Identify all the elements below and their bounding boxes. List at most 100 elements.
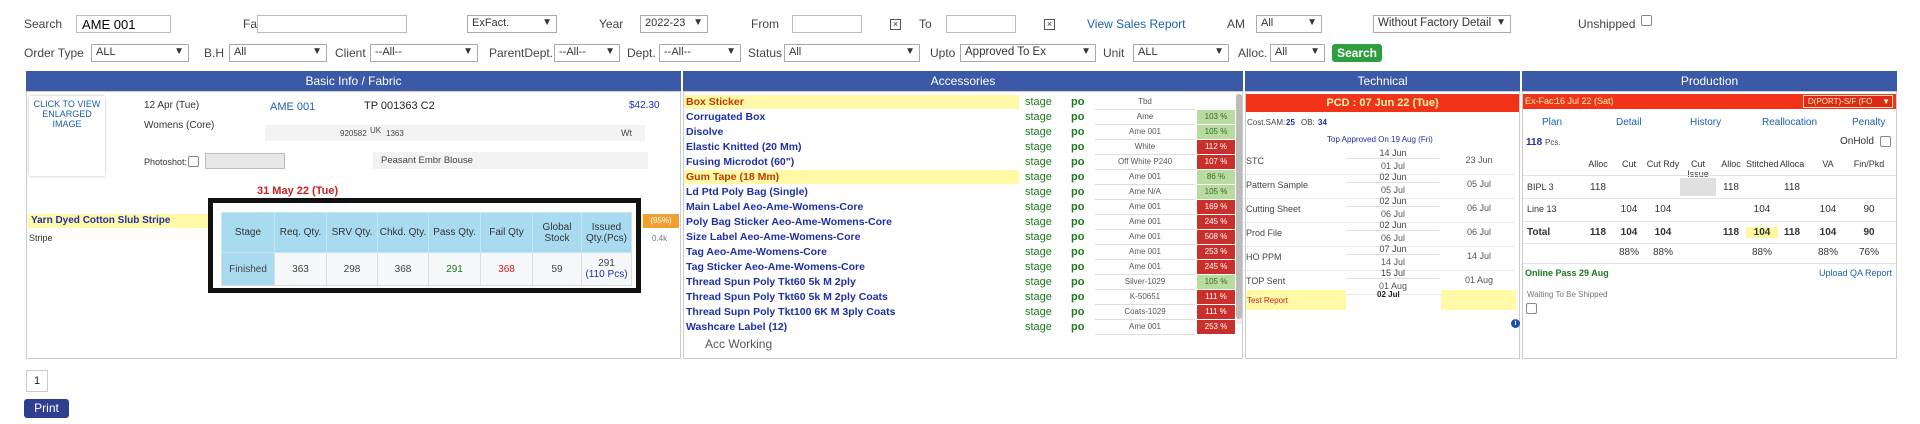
accessory-name[interactable]: Thread Spun Poly Tkt60 5k M 2ply [684,275,1019,289]
stage-link[interactable]: stage [1025,215,1052,229]
stage-link[interactable]: stage [1025,275,1052,289]
accessory-name[interactable]: Tag Sticker Aeo-Ame-Womens-Core [684,260,1019,274]
accessory-name[interactable]: Ld Ptd Poly Bag (Single) [684,185,1019,199]
accessory-name[interactable]: Corrugated Box [684,110,1019,124]
reallocation-link[interactable]: Reallocation [1762,117,1817,128]
accessory-name[interactable]: Disolve [684,125,1019,139]
clear-to-icon[interactable]: × [1044,19,1055,30]
stage-link[interactable]: stage [1025,155,1052,169]
stage-link[interactable]: stage [1025,200,1052,214]
accessory-row[interactable]: Main Label Aeo-Ame-Womens-Core stage po Ame… [683,200,1235,215]
photoshot-checkbox[interactable] [188,156,199,167]
stage-link[interactable]: stage [1025,185,1052,199]
unshipped-checkbox[interactable] [1641,15,1652,26]
po-link[interactable]: po [1071,170,1084,184]
po-link[interactable]: po [1071,290,1084,304]
am-select[interactable]: All ▼ [1256,15,1322,33]
po-link[interactable]: po [1071,95,1084,109]
po-link[interactable]: po [1071,230,1084,244]
style-code-link[interactable]: AME 001 [270,101,315,113]
photoshot-input[interactable] [205,153,285,169]
accessory-row[interactable]: Gum Tape (18 Mm) stage po Ame 001 86 % [683,170,1235,185]
po-link[interactable]: po [1071,320,1084,334]
stage-link[interactable]: stage [1025,170,1052,184]
accessory-row[interactable]: Fusing Microdot (60") stage po Off White P2… [683,155,1235,170]
year-select[interactable]: 2022-23 ▼ [640,15,708,33]
to-date-input[interactable] [946,15,1016,33]
search-input[interactable]: AME 001 [76,15,171,33]
accessory-row[interactable]: Ld Ptd Poly Bag (Single) stage po Ame N/A 10… [683,185,1235,200]
fabric-input[interactable] [257,15,407,33]
history-link[interactable]: History [1690,117,1721,128]
po-link[interactable]: po [1071,200,1084,214]
accessory-name[interactable]: Thread Supn Poly Tkt100 6K M 3ply Coats [684,305,1019,319]
accessory-row[interactable]: Size Label Aeo-Ame-Womens-Core stage po Ame… [683,230,1235,245]
accessory-name[interactable]: Poly Bag Sticker Aeo-Ame-Womens-Core [684,215,1019,229]
factory-detail-select[interactable]: Without Factory Detail ▼ [1373,15,1511,33]
accessory-row[interactable]: Corrugated Box stage po Ame 103 % [683,110,1235,125]
accessory-row[interactable]: Tag Aeo-Ame-Womens-Core stage po Ame 001 253… [683,245,1235,260]
view-sales-report-link[interactable]: View Sales Report [1087,17,1186,31]
dept-select[interactable]: --All-- ▼ [659,44,741,62]
client-select[interactable]: --All-- ▼ [370,44,478,62]
exfact-select[interactable]: ExFact. ▼ [467,15,557,33]
po-link[interactable]: po [1071,275,1084,289]
clear-from-icon[interactable]: × [890,19,901,30]
accessory-name[interactable]: Thread Spun Poly Tkt60 5k M 2ply Coats [684,290,1019,304]
detail-link[interactable]: Detail [1616,117,1642,128]
stage-link[interactable]: stage [1025,230,1052,244]
search-button[interactable]: Search [1332,44,1382,62]
style-image[interactable]: CLICK TO VIEW ENLARGED IMAGE [29,96,105,176]
page-number[interactable]: 1 [26,370,48,392]
order-type-select[interactable]: ALL ▼ [91,44,189,62]
po-link[interactable]: po [1071,155,1084,169]
accessory-name[interactable]: Gum Tape (18 Mm) [684,170,1019,184]
accessory-name[interactable]: Elastic Knitted (20 Mm) [684,140,1019,154]
stage-link[interactable]: stage [1025,125,1052,139]
accessories-scrollbar[interactable] [1236,94,1242,324]
po-link[interactable]: po [1071,110,1084,124]
status-select[interactable]: All ▼ [784,44,920,62]
upload-qa-link[interactable]: Upload QA Report [1819,268,1892,278]
stage-link[interactable]: stage [1025,245,1052,259]
stage-link[interactable]: stage [1025,320,1052,334]
po-link[interactable]: po [1071,140,1084,154]
accessory-row[interactable]: Box Sticker stage po Tbd [683,95,1235,110]
po-link[interactable]: po [1071,125,1084,139]
unit-select[interactable]: ALL ▼ [1133,44,1229,62]
po-link[interactable]: po [1071,185,1084,199]
stage-link[interactable]: stage [1025,260,1052,274]
accessory-name[interactable]: Box Sticker [684,95,1019,109]
accessory-row[interactable]: Elastic Knitted (20 Mm) stage po White 112 % [683,140,1235,155]
stage-link[interactable]: stage [1025,140,1052,154]
accessory-row[interactable]: Thread Spun Poly Tkt60 5k M 2ply stage po S… [683,275,1235,290]
accessory-name[interactable]: Washcare Label (12) [684,320,1019,334]
stage-link[interactable]: stage [1025,110,1052,124]
alloc-select[interactable]: All ▼ [1270,44,1325,62]
waiting-checkbox[interactable] [1526,303,1537,314]
accessory-row[interactable]: Disolve stage po Ame 001 105 % [683,125,1235,140]
penalty-link[interactable]: Penalty [1852,117,1885,128]
stage-link[interactable]: stage [1025,305,1052,319]
plan-link[interactable]: Plan [1542,117,1562,128]
bh-select[interactable]: All ▼ [229,44,327,62]
po-link[interactable]: po [1071,305,1084,319]
accessory-name[interactable]: Main Label Aeo-Ame-Womens-Core [684,200,1019,214]
onhold-checkbox[interactable] [1880,136,1891,147]
accessory-row[interactable]: Thread Supn Poly Tkt100 6K M 3ply Coats s… [683,305,1235,320]
accessory-row[interactable]: Poly Bag Sticker Aeo-Ame-Womens-Core stag… [683,215,1235,230]
po-link[interactable]: po [1071,245,1084,259]
parent-dept-select[interactable]: --All-- ▼ [554,44,620,62]
accessory-name[interactable]: Tag Aeo-Ame-Womens-Core [684,245,1019,259]
accessory-name[interactable]: Fusing Microdot (60") [684,155,1019,169]
stage-link[interactable]: stage [1025,290,1052,304]
accessory-row[interactable]: Tag Sticker Aeo-Ame-Womens-Core stage po Am… [683,260,1235,275]
from-date-input[interactable] [792,15,862,33]
po-link[interactable]: po [1071,215,1084,229]
upto-select[interactable]: Approved To Ex ▼ [960,44,1096,62]
scrollbar-thumb[interactable] [1236,94,1242,319]
accessory-row[interactable]: Washcare Label (12) stage po Ame 001 253 % [683,320,1235,335]
accessory-name[interactable]: Size Label Aeo-Ame-Womens-Core [684,230,1019,244]
accessory-row[interactable]: Thread Spun Poly Tkt60 5k M 2ply Coats st… [683,290,1235,305]
po-link[interactable]: po [1071,260,1084,274]
